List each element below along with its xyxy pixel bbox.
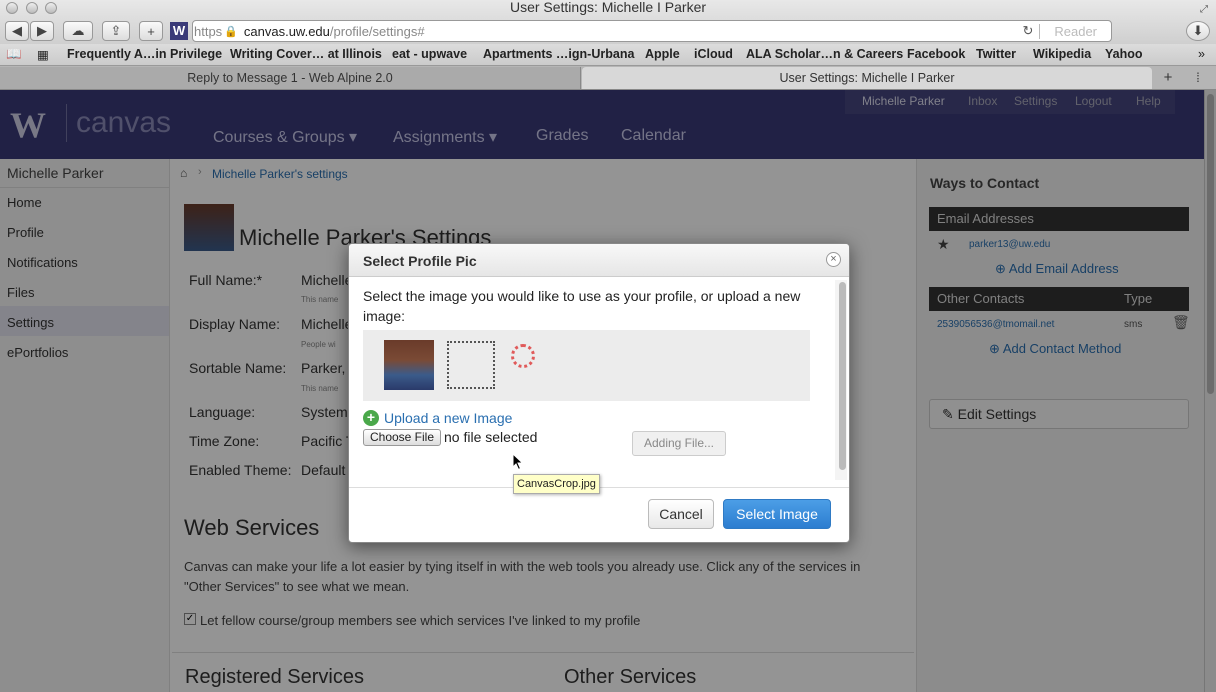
more-bookmarks-icon[interactable]: » bbox=[1198, 47, 1205, 61]
share-icon[interactable]: ⇪ bbox=[102, 21, 130, 41]
dialog-instructions: Select the image you would like to use a… bbox=[363, 288, 801, 324]
bookmark-item[interactable]: eat - upwave bbox=[392, 47, 467, 61]
select-image-button[interactable]: Select Image bbox=[723, 499, 831, 529]
tab-user-settings[interactable]: User Settings: Michelle I Parker bbox=[582, 67, 1152, 89]
url-path: /profile/settings# bbox=[329, 23, 425, 39]
new-tab-icon[interactable]: + bbox=[1154, 67, 1182, 89]
reader-button[interactable]: Reader bbox=[1039, 23, 1111, 39]
fullscreen-icon[interactable]: ⤢ bbox=[1200, 4, 1208, 15]
dialog-scrollbar-thumb[interactable] bbox=[839, 282, 846, 470]
mouse-cursor-icon bbox=[512, 453, 524, 471]
lock-icon: 🔒 bbox=[224, 25, 238, 38]
bookmarks-book-icon[interactable]: 📖 bbox=[6, 47, 22, 62]
tab-overview-icon[interactable]: ⁞ bbox=[1186, 67, 1210, 89]
back-button[interactable]: ◀ bbox=[5, 21, 29, 41]
bookmark-item[interactable]: Apple bbox=[645, 47, 680, 61]
plus-icon: + bbox=[363, 410, 379, 426]
bookmark-item[interactable]: Twitter bbox=[976, 47, 1016, 61]
bookmark-item[interactable]: iCloud bbox=[694, 47, 733, 61]
filename-tooltip: CanvasCrop.jpg bbox=[513, 474, 600, 494]
bookmarks-bar: 📖 ▦ Frequently A…in Privilege Writing Co… bbox=[0, 44, 1216, 66]
site-favicon-icon: W bbox=[170, 22, 188, 40]
forward-button[interactable]: ▶ bbox=[30, 21, 54, 41]
file-status: no file selected bbox=[444, 429, 538, 445]
bookmark-item[interactable]: Wikipedia bbox=[1033, 47, 1091, 61]
top-sites-grid-icon[interactable]: ▦ bbox=[37, 47, 49, 62]
dialog-title: Select Profile Pic bbox=[363, 253, 477, 269]
upload-new-image-link[interactable]: + Upload a new Image bbox=[363, 410, 512, 426]
bookmark-item[interactable]: Facebook bbox=[907, 47, 965, 61]
downloads-icon[interactable]: ⬇ bbox=[1186, 21, 1210, 41]
bookmark-item[interactable]: Frequently A…in Privilege bbox=[67, 47, 222, 61]
icloud-tabs-icon[interactable]: ☁ bbox=[63, 21, 93, 41]
new-tab-button[interactable]: + bbox=[139, 21, 163, 41]
cancel-button[interactable]: Cancel bbox=[648, 499, 714, 529]
window-title: User Settings: Michelle I Parker bbox=[509, 0, 707, 15]
bookmark-item[interactable]: Yahoo bbox=[1105, 47, 1143, 61]
address-bar[interactable]: https 🔒 canvas.uw.edu /profile/settings#… bbox=[192, 20, 1112, 42]
choose-file-button[interactable]: Choose File bbox=[363, 429, 441, 446]
profile-pic-options bbox=[363, 330, 810, 401]
bookmark-item[interactable]: ALA Scholar…n & Careers bbox=[746, 47, 903, 61]
profile-pic-thumbnail[interactable] bbox=[384, 340, 434, 390]
url-scheme: https bbox=[194, 23, 223, 39]
loading-spinner-icon bbox=[511, 344, 535, 368]
close-icon[interactable]: × bbox=[826, 252, 841, 267]
reload-icon[interactable]: ↻ bbox=[1022, 23, 1033, 39]
url-host: canvas.uw.edu bbox=[243, 23, 330, 39]
bookmark-item[interactable]: Apartments …ign-Urbana bbox=[483, 47, 634, 61]
pending-pic-placeholder[interactable] bbox=[447, 341, 495, 389]
tab-reply-message[interactable]: Reply to Message 1 - Web Alpine 2.0 bbox=[0, 67, 581, 89]
tab-bar: Reply to Message 1 - Web Alpine 2.0 User… bbox=[0, 66, 1216, 90]
bookmark-item[interactable]: Writing Cover… at Illinois bbox=[230, 47, 382, 61]
browser-toolbar: User Settings: Michelle I Parker ◀ ▶ ☁ ⇪… bbox=[0, 0, 1216, 44]
adding-file-button: Adding File... bbox=[632, 431, 726, 456]
select-profile-pic-dialog: Select Profile Pic × Select the image yo… bbox=[348, 243, 850, 543]
